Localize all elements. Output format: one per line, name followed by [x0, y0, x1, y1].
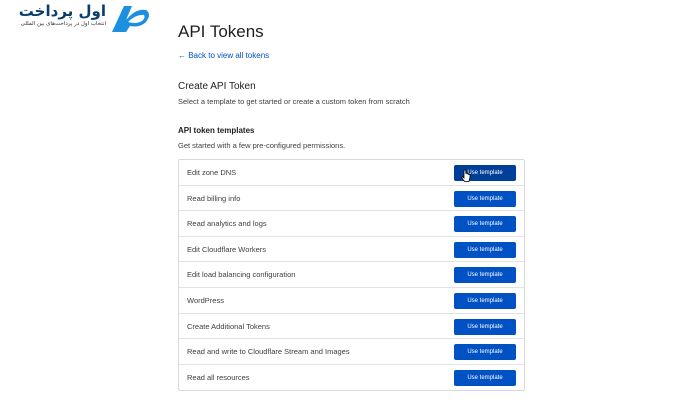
template-row-read-all-resources: Read all resources Use template	[179, 365, 524, 391]
template-row-read-analytics-and-logs: Read analytics and logs Use template	[179, 211, 524, 237]
template-row-create-additional-tokens: Create Additional Tokens Use template	[179, 314, 524, 340]
templates-description: Get started with a few pre-configured pe…	[178, 141, 346, 150]
use-template-button[interactable]: Use template	[454, 344, 516, 361]
create-token-description: Select a template to get started or crea…	[178, 97, 410, 106]
template-row-edit-zone-dns: Edit zone DNS Use template	[179, 160, 524, 186]
template-row-wordpress: WordPress Use template	[179, 288, 524, 314]
logo-tagline: انتخاب اول در پرداخت‌های بین المللی	[20, 21, 106, 27]
use-template-button[interactable]: Use template	[454, 267, 516, 284]
template-name: Edit Cloudflare Workers	[187, 244, 267, 254]
use-template-button[interactable]: Use template	[454, 241, 516, 258]
template-name: WordPress	[187, 295, 224, 305]
logo-text: اول پرداخت انتخاب اول در پرداخت‌های بین …	[2, 2, 106, 28]
template-row-read-billing-info: Read billing info Use template	[179, 186, 524, 212]
page-title: API Tokens	[178, 22, 264, 41]
create-token-title: Create API Token	[178, 81, 256, 92]
logo-main-text: اول پرداخت	[18, 2, 106, 20]
use-template-button[interactable]: Use template	[454, 318, 516, 335]
template-row-edit-cloudflare-workers: Edit Cloudflare Workers Use template	[179, 237, 524, 263]
use-template-button[interactable]: Use template	[454, 369, 516, 386]
template-name: Read all resources	[187, 372, 250, 382]
template-list: Edit zone DNS Use template Read billing …	[178, 159, 525, 392]
company-logo: اول پرداخت انتخاب اول در پرداخت‌های بین …	[2, 2, 152, 40]
use-template-button[interactable]: Use template	[454, 292, 516, 309]
template-row-edit-load-balancing: Edit load balancing configuration Use te…	[179, 262, 524, 288]
use-template-button[interactable]: Use template	[454, 216, 516, 233]
template-row-stream-and-images: Read and write to Cloudflare Stream and …	[179, 339, 524, 365]
template-name: Edit load balancing configuration	[187, 270, 296, 280]
use-template-button[interactable]: Use template	[454, 190, 516, 207]
template-name: Edit zone DNS	[187, 168, 237, 177]
logo-mark-icon: AP	[112, 6, 149, 32]
template-name: Read analytics and logs	[187, 219, 267, 229]
templates-title: API token templates	[178, 126, 255, 135]
template-name: Read billing info	[187, 193, 241, 203]
template-name: Read and write to Cloudflare Stream and …	[187, 347, 350, 357]
back-to-tokens-link[interactable]: ← Back to view all tokens	[178, 51, 269, 60]
template-name: Create Additional Tokens	[187, 321, 270, 331]
mouse-cursor-icon	[461, 169, 471, 182]
